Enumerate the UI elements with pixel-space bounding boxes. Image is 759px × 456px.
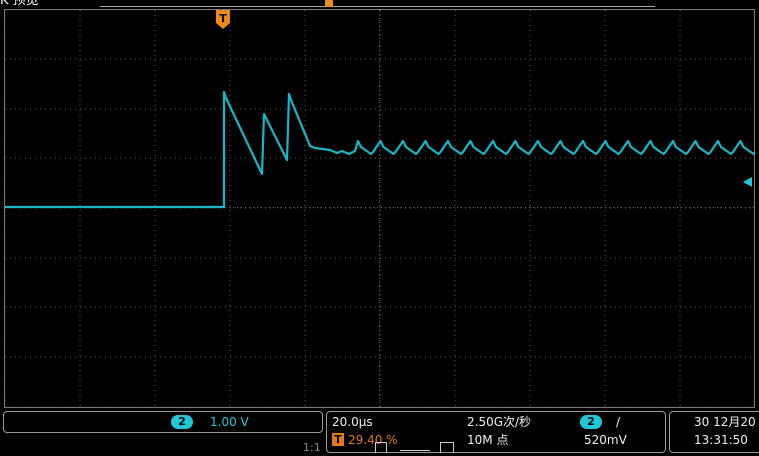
mode-label: K 预览 [0, 0, 39, 8]
oscilloscope-screen: K 预览 T 2 1.00 V 20.0μs 2.50G次/秒 2 / T 29… [0, 0, 759, 456]
time-label: 13:31:50 [694, 433, 748, 447]
channel-scale-panel[interactable]: 2 1.00 V [3, 411, 323, 433]
trigger-channel-badge: 2 [580, 415, 602, 429]
date-label: 30 12月20 [694, 415, 756, 429]
trigger-offset: 29.40 % [348, 433, 398, 447]
waveform-graticule [4, 9, 755, 408]
memory-depth: 10M 点 [467, 433, 509, 447]
time-per-div: 20.0μs [332, 415, 373, 429]
memory-trigger-marker [325, 0, 333, 7]
trigger-offset-icon: T [332, 433, 344, 446]
usb-icon [375, 442, 387, 453]
datetime-panel: 30 12月20 13:31:50 [669, 411, 759, 453]
divider-line [400, 450, 430, 451]
channel-badge: 2 [171, 415, 193, 429]
memory-bar [100, 0, 655, 7]
bottom-status-bar: 2 1.00 V 20.0μs 2.50G次/秒 2 / T 29.40 % 1… [0, 410, 759, 456]
graticule-gridlines [4, 9, 755, 408]
sample-rate: 2.50G次/秒 [467, 415, 532, 429]
trigger-level: 520mV [584, 433, 627, 447]
top-bar: K 预览 [0, 0, 759, 8]
graticule-border [4, 9, 755, 408]
trigger-level-icon[interactable] [741, 176, 753, 188]
network-icon [440, 442, 454, 453]
channel-scale: 1.00 V [210, 415, 249, 429]
ratio-label: 1:1 [303, 441, 321, 454]
trigger-slope-icon: / [616, 415, 621, 429]
